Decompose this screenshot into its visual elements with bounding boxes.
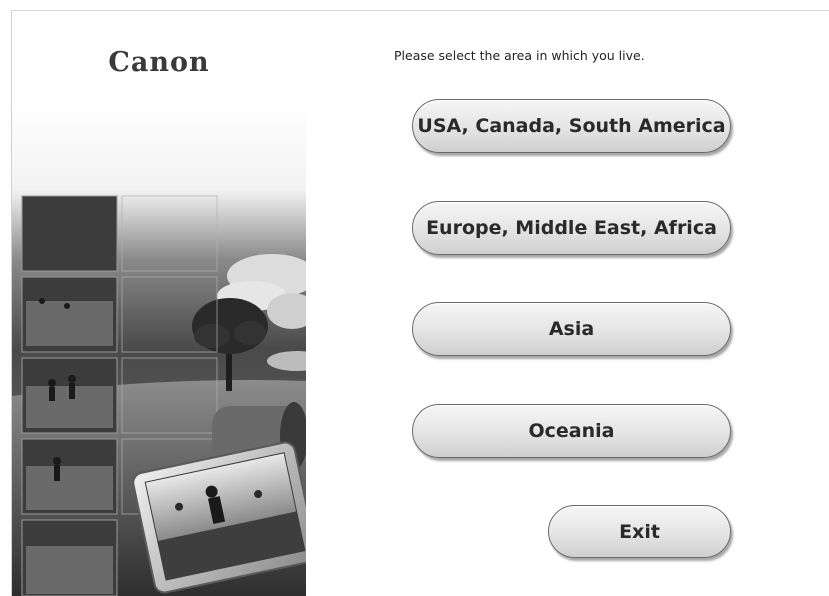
region-oceania-button[interactable]: Oceania	[412, 404, 731, 458]
installer-window: Canon Please select the area in which yo…	[0, 0, 829, 596]
artwork-image	[12, 101, 306, 596]
region-asia-button[interactable]: Asia	[412, 302, 731, 356]
region-prompt: Please select the area in which you live…	[394, 48, 645, 63]
region-usa-canada-south-america-button[interactable]: USA, Canada, South America	[412, 99, 731, 153]
artwork-panel: Canon	[12, 11, 306, 596]
exit-button[interactable]: Exit	[548, 505, 731, 558]
region-europe-middle-east-africa-button[interactable]: Europe, Middle East, Africa	[412, 201, 731, 255]
canon-logo: Canon	[108, 47, 210, 78]
